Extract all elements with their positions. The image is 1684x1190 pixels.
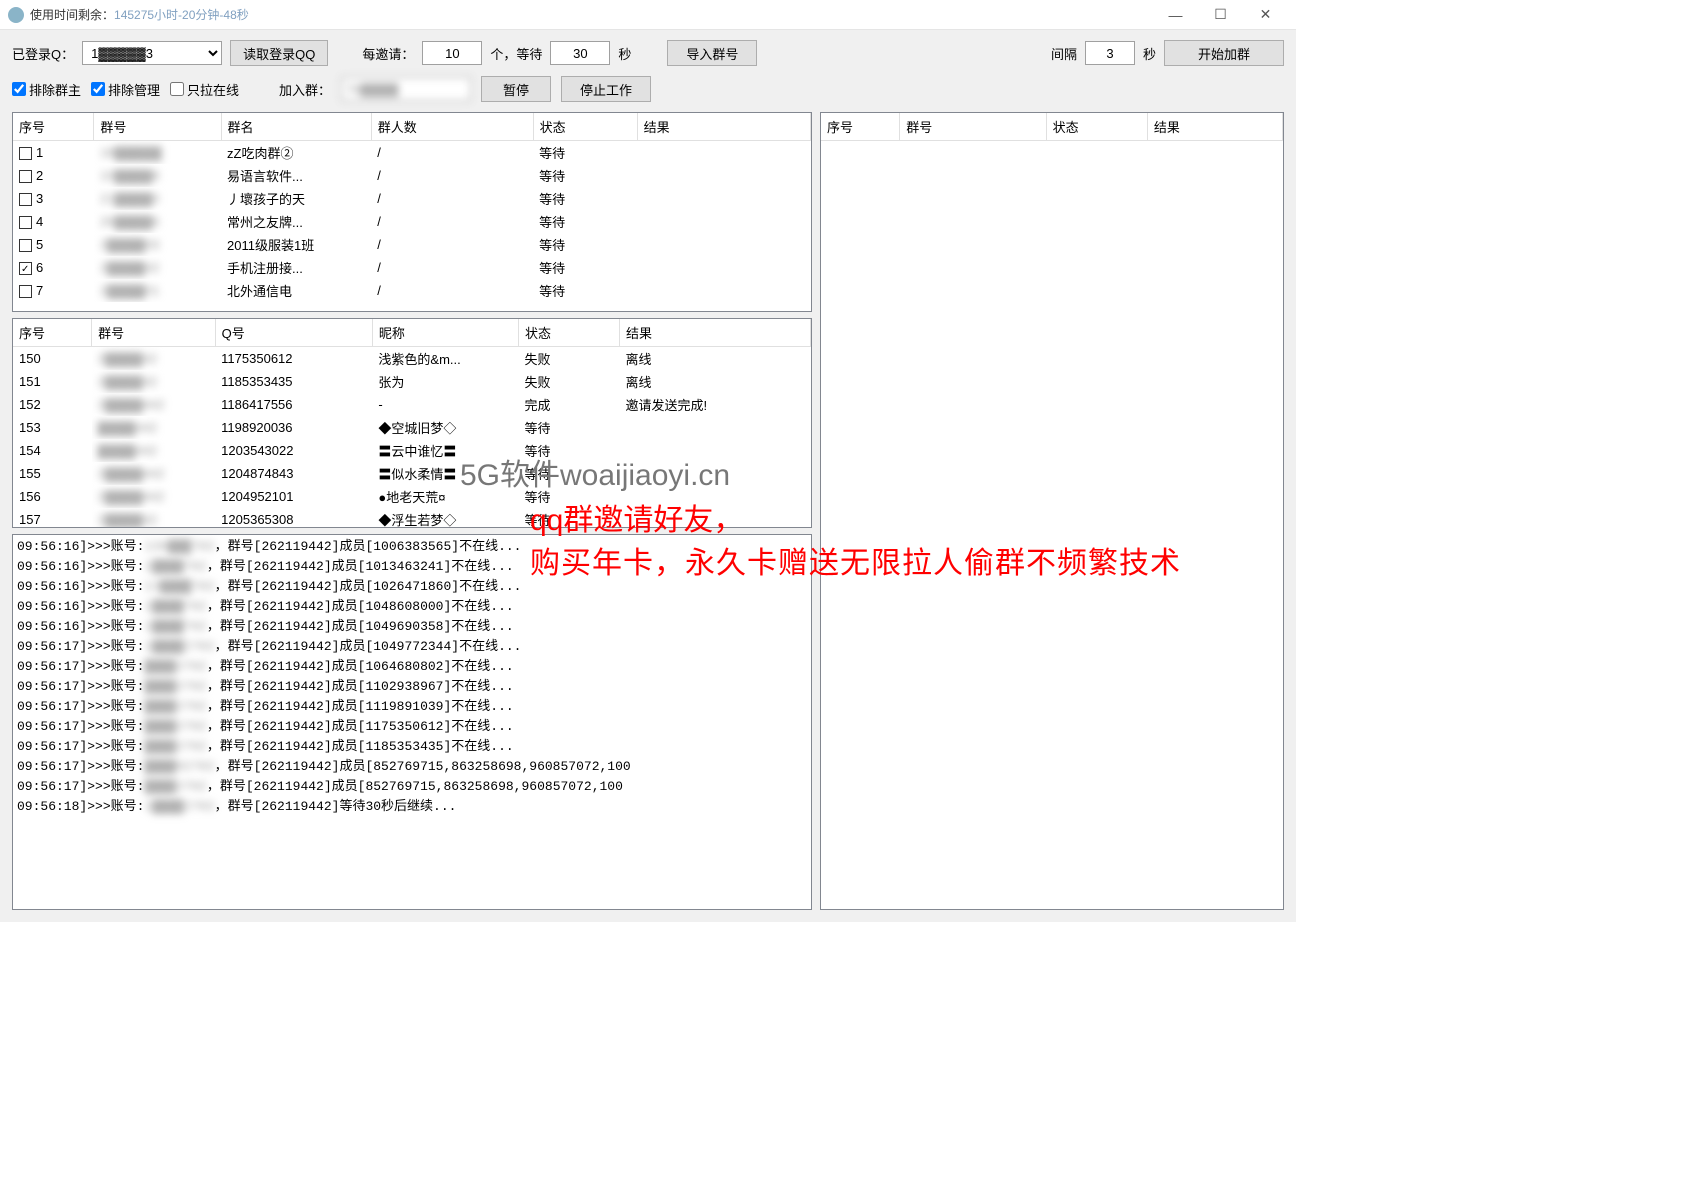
table-row[interactable]: 321▓▓▓▓0丿壞孩子的天/等待	[13, 187, 811, 210]
titlebar: 使用时间剩余：145275小时-20分钟-48秒 — ☐ ✕	[0, 0, 1296, 30]
col-header[interactable]: 状态	[1046, 113, 1147, 141]
exclude-owner-checkbox[interactable]: 排除群主	[12, 80, 81, 99]
start-join-button[interactable]: 开始加群	[1164, 40, 1284, 66]
table-row[interactable]: 1502▓▓▓▓421175350612浅紫色的&m...失败离线	[13, 347, 811, 371]
col-header[interactable]: 昵称	[372, 319, 518, 347]
group-table: 序号群号群名群人数状态结果 118▓▓▓▓▓zZ吃肉群②/等待210▓▓▓▓8易…	[13, 113, 811, 302]
row-checkbox[interactable]	[19, 262, 32, 275]
col-header[interactable]: 结果	[620, 319, 811, 347]
col-header[interactable]: 序号	[13, 319, 92, 347]
table-row[interactable]: 72▓▓▓▓01北外通信电/等待	[13, 279, 811, 302]
interval-input[interactable]	[1085, 41, 1135, 65]
toolbar-row2: 排除群主 排除管理 只拉在线 加入群： 暂停 停止工作	[0, 72, 1296, 112]
table-row[interactable]: 153▓▓▓▓4421198920036◆空城旧梦◇等待	[13, 416, 811, 439]
result-panel[interactable]: 序号群号状态结果	[820, 112, 1284, 910]
stop-button[interactable]: 停止工作	[561, 76, 651, 102]
exclude-admin-checkbox[interactable]: 排除管理	[91, 80, 160, 99]
table-row[interactable]: 210▓▓▓▓8易语言软件.../等待	[13, 164, 811, 187]
join-group-input[interactable]	[341, 77, 471, 101]
col-header[interactable]: 状态	[518, 319, 619, 347]
table-row[interactable]: 154▓▓▓▓4421203543022〓云中谁忆〓等待	[13, 439, 811, 462]
import-group-button[interactable]: 导入群号	[667, 40, 757, 66]
log-panel[interactable]: 09:56:16]>>>账号:139▓▓▓702，群号[262119442]成员…	[12, 534, 812, 910]
each-invite-label: 每邀请：	[362, 44, 414, 63]
row-checkbox[interactable]	[19, 147, 32, 160]
qq-selector[interactable]: 1▓▓▓▓▓3	[82, 41, 222, 65]
pause-button[interactable]: 暂停	[481, 76, 551, 102]
row-checkbox[interactable]	[19, 239, 32, 252]
row-checkbox[interactable]	[19, 285, 32, 298]
join-group-label: 加入群：	[279, 80, 331, 99]
toolbar-row1: 已登录Q： 1▓▓▓▓▓3 读取登录QQ 每邀请： 个，等待 秒 导入群号 间隔…	[0, 30, 1296, 72]
interval-label: 间隔	[1051, 44, 1077, 63]
app-icon	[8, 7, 24, 23]
table-row[interactable]: 62▓▓▓▓42手机注册接.../等待	[13, 256, 811, 279]
maximize-button[interactable]: ☐	[1198, 0, 1243, 30]
invite-count-input[interactable]	[422, 41, 482, 65]
member-list-panel[interactable]: 序号群号Q号昵称状态结果 1502▓▓▓▓421175350612浅紫色的&m.…	[12, 318, 812, 528]
logged-in-label: 已登录Q：	[12, 44, 74, 63]
table-row[interactable]: 426▓▓▓▓6常州之友牌.../等待	[13, 210, 811, 233]
col-header[interactable]: 结果	[1147, 113, 1282, 141]
table-row[interactable]: 52▓▓▓▓932011级服装1班/等待	[13, 233, 811, 256]
col-header[interactable]: 群号	[900, 113, 1046, 141]
seconds-label: 秒	[618, 44, 631, 63]
window-title: 使用时间剩余：145275小时-20分钟-48秒	[30, 6, 1153, 23]
only-online-checkbox[interactable]: 只拉在线	[170, 80, 239, 99]
table-row[interactable]: 1562▓▓▓▓4421204952101●地老天荒¤等待	[13, 485, 811, 508]
table-row[interactable]: 1522▓▓▓▓4421186417556-完成邀请发送完成!	[13, 393, 811, 416]
table-row[interactable]: 1512▓▓▓▓421185353435张为失败离线	[13, 370, 811, 393]
col-header[interactable]: 群人数	[371, 113, 533, 141]
col-header[interactable]: 群号	[92, 319, 216, 347]
result-table: 序号群号状态结果	[821, 113, 1283, 141]
col-header[interactable]: 群名	[221, 113, 371, 141]
read-login-button[interactable]: 读取登录QQ	[230, 40, 328, 66]
row-checkbox[interactable]	[19, 193, 32, 206]
close-button[interactable]: ✕	[1243, 0, 1288, 30]
wait-seconds-input[interactable]	[550, 41, 610, 65]
table-row[interactable]: 118▓▓▓▓▓zZ吃肉群②/等待	[13, 141, 811, 165]
row-checkbox[interactable]	[19, 170, 32, 183]
col-header[interactable]: 序号	[13, 113, 94, 141]
member-table: 序号群号Q号昵称状态结果 1502▓▓▓▓421175350612浅紫色的&m.…	[13, 319, 811, 528]
row-checkbox[interactable]	[19, 216, 32, 229]
col-header[interactable]: Q号	[215, 319, 372, 347]
unit-wait-label: 个，等待	[490, 44, 542, 63]
col-header[interactable]: 结果	[637, 113, 810, 141]
col-header[interactable]: 状态	[533, 113, 637, 141]
log-text: 09:56:16]>>>账号:139▓▓▓702，群号[262119442]成员…	[13, 535, 811, 909]
minimize-button[interactable]: —	[1153, 0, 1198, 30]
table-row[interactable]: 1572▓▓▓▓421205365308◆浮生若梦◇等待	[13, 508, 811, 528]
group-list-panel[interactable]: 序号群号群名群人数状态结果 118▓▓▓▓▓zZ吃肉群②/等待210▓▓▓▓8易…	[12, 112, 812, 312]
col-header[interactable]: 群号	[94, 113, 221, 141]
table-row[interactable]: 1552▓▓▓▓4421204874843〓似水柔情〓等待	[13, 462, 811, 485]
interval-seconds-label: 秒	[1143, 44, 1156, 63]
col-header[interactable]: 序号	[821, 113, 900, 141]
